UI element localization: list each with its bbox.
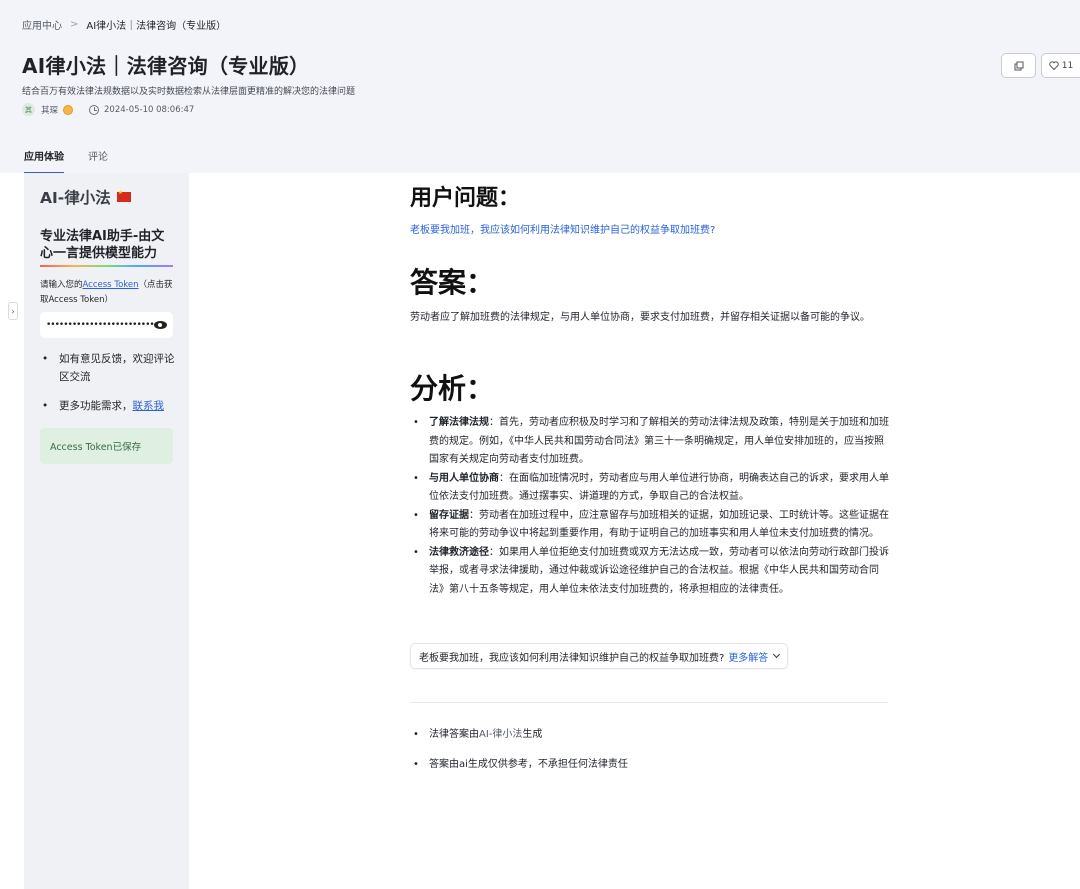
list-item: 更多功能需求，联系我 <box>40 397 180 415</box>
token-prompt-prefix: 请输入您的 <box>40 280 83 290</box>
generated-by-name: AI-律小法 <box>479 729 523 740</box>
analysis-list: 了解法律法规：首先，劳动者应积极及时学习和了解相关的劳动法律法规及政策，特别是关… <box>410 414 890 599</box>
breadcrumb-separator: > <box>70 19 79 30</box>
access-token-link[interactable]: Access Token <box>83 280 139 290</box>
analysis-item-title: 留存证据 <box>429 509 469 521</box>
analysis-item-text: ：劳动者在加班过程中，应注意留存与加班相关的证据，如加班记录、工时统计等。这些证… <box>429 509 889 540</box>
more-answers-button[interactable]: 老板要我加班，我应该如何利用法律知识维护自己的权益争取加班费? 更多解答 <box>410 643 789 669</box>
contact-me-link[interactable]: 联系我 <box>133 400 165 412</box>
list-item: 答案由ai生成仅供参考，不承担任何法律责任 <box>410 756 628 774</box>
like-count: 11 <box>1061 60 1074 71</box>
heart-icon <box>1049 61 1059 70</box>
analysis-item-text: ：如果用人单位拒绝支付加班费或双方无法达成一致，劳动者可以依法向劳动行政部门投诉… <box>429 546 889 595</box>
page-subtitle: 结合百万有效法律法规数据以及实时数据检索从法律层面更精准的解决您的法律问题 <box>22 87 356 97</box>
avatar[interactable]: 其 <box>22 103 35 116</box>
breadcrumb-home[interactable]: 应用中心 <box>22 17 62 32</box>
analysis-item-text: ：首先，劳动者应积极及时学习和了解相关的劳动法律法规及政策，特别是关于加班和加班… <box>429 417 889 465</box>
list-item: 如有意见反馈，欢迎评论区交流 <box>40 350 180 386</box>
breadcrumb: 应用中心 > AI律小法｜法律咨询（专业版） <box>22 17 226 32</box>
generated-by-suffix: 生成 <box>522 729 543 740</box>
chevron-down-icon <box>773 650 781 659</box>
tab-bar: 应用体验 评论 <box>24 148 108 174</box>
list-item: 法律答案由AI-律小法生成 <box>410 726 628 744</box>
sidebar-logo: AI-律小法 <box>40 186 131 208</box>
feedback-note: 如有意见反馈，欢迎评论区交流 <box>59 353 175 383</box>
token-prompt: 请输入您的Access Token（点击获取Access Token） <box>40 278 175 308</box>
access-token-value[interactable]: •••••••••••••••••••••••••••••••• <box>46 320 154 330</box>
author-badge-icon <box>63 104 74 115</box>
answer-text: 劳动者应了解加班费的法律规定，与用人单位协商，要求支付加班费，并留存相关证据以备… <box>410 312 870 323</box>
like-button[interactable]: 11 <box>1041 53 1080 78</box>
disclaimer-list: 法律答案由AI-律小法生成 答案由ai生成仅供参考，不承担任何法律责任 <box>410 726 628 786</box>
answer-heading: 答案： <box>410 266 495 299</box>
sidebar-collapse-handle[interactable]: › <box>8 302 18 320</box>
token-saved-alert: Access Token已保存 <box>40 428 173 464</box>
access-token-input[interactable]: •••••••••••••••••••••••••••••••• <box>40 312 173 338</box>
analysis-item-title: 法律救济途径 <box>429 546 489 558</box>
sidebar-logo-text: AI-律小法 <box>40 189 111 207</box>
more-answers-label: 更多解答 <box>728 652 769 664</box>
copy-icon <box>1014 61 1023 70</box>
sidebar-notes: 如有意见反馈，欢迎评论区交流 更多功能需求，联系我 <box>40 350 180 426</box>
sidebar-heading: 专业法律AI助手-由文心一言提供模型能力 <box>40 229 165 261</box>
divider <box>410 702 888 703</box>
eye-icon[interactable] <box>154 321 167 329</box>
timestamp: 2024-05-10 08:06:47 <box>104 104 195 115</box>
list-item: 了解法律法规：首先，劳动者应积极及时学习和了解相关的劳动法律法规及政策，特别是关… <box>410 414 890 470</box>
copy-button[interactable] <box>1001 53 1036 78</box>
tab-app-experience[interactable]: 应用体验 <box>24 148 64 174</box>
analysis-item-title: 了解法律法规 <box>429 417 489 428</box>
tab-comments[interactable]: 评论 <box>88 148 108 174</box>
app-meta: 其 其琛 2024-05-10 08:06:47 <box>22 103 194 116</box>
analysis-item-title: 与用人单位协商 <box>429 472 499 484</box>
disclaimer-text: 答案由ai生成仅供参考，不承担任何法律责任 <box>429 759 628 770</box>
list-item: 留存证据：劳动者在加班过程中，应注意留存与加班相关的证据，如加班记录、工时统计等… <box>410 507 890 544</box>
author-name[interactable]: 其琛 <box>41 104 58 116</box>
china-flag-icon <box>116 189 131 202</box>
contact-prefix: 更多功能需求， <box>59 400 133 412</box>
more-answers-question: 老板要我加班，我应该如何利用法律知识维护自己的权益争取加班费? <box>419 652 725 664</box>
app-header: 应用中心 > AI律小法｜法律咨询（专业版） AI律小法｜法律咨询（专业版） 结… <box>0 0 1080 174</box>
list-item: 法律救济途径：如果用人单位拒绝支付加班费或双方无法达成一致，劳动者可以依法向劳动… <box>410 544 890 600</box>
breadcrumb-current: AI律小法｜法律咨询（专业版） <box>86 21 227 32</box>
generated-by-prefix: 法律答案由 <box>429 729 479 740</box>
gradient-divider <box>40 265 173 267</box>
user-question: 老板要我加班，我应该如何利用法律知识维护自己的权益争取加班费? <box>410 225 716 236</box>
analysis-heading: 分析： <box>410 372 495 405</box>
clock-icon <box>89 104 100 115</box>
page-title: AI律小法｜法律咨询（专业版） <box>22 54 310 78</box>
question-heading: 用户问题： <box>410 186 521 211</box>
list-item: 与用人单位协商：在面临加班情况时，劳动者应与用人单位进行协商，明确表达自己的诉求… <box>410 470 890 507</box>
